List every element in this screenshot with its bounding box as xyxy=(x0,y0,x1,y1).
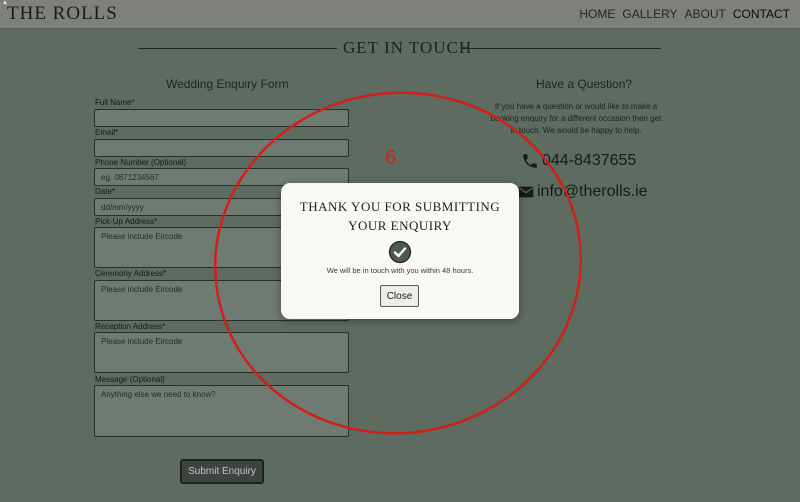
close-button[interactable]: Close xyxy=(380,285,419,307)
reception-address-textarea[interactable]: Please include Eircode xyxy=(94,332,349,373)
thank-you-modal: THANK YOU FOR SUBMITTING YOUR ENQUIRY We… xyxy=(281,183,519,319)
annotation-number: 6 xyxy=(385,147,397,169)
main-nav: HOME GALLERY ABOUT CONTACT xyxy=(579,7,790,21)
form-title: Wedding Enquiry Form xyxy=(166,77,289,91)
email-input[interactable] xyxy=(94,139,349,157)
message-textarea[interactable]: Anything else we need to know? xyxy=(94,385,349,437)
label-date: Date* xyxy=(95,187,116,196)
phone-icon xyxy=(523,154,537,168)
full-name-input[interactable] xyxy=(94,109,349,127)
label-pickup-address: Pick-Up Address* xyxy=(95,217,158,226)
label-ceremony-address: Ceremony Address* xyxy=(95,269,167,278)
question-title: Have a Question? xyxy=(536,77,633,91)
nav-about[interactable]: ABOUT xyxy=(685,7,726,21)
modal-title: THANK YOU FOR SUBMITTING YOUR ENQUIRY xyxy=(299,199,501,233)
label-phone: Phone Number (Optional) xyxy=(95,158,187,167)
phone-row[interactable]: 044-8437655 xyxy=(521,152,636,170)
email-row[interactable]: info@therolls.ie xyxy=(518,183,648,201)
envelope-icon xyxy=(518,186,534,198)
title-divider-left xyxy=(138,48,337,49)
label-reception-address: Reception Address* xyxy=(95,322,166,331)
email-address: info@therolls.ie xyxy=(537,183,648,200)
submit-enquiry-button[interactable]: Submit Enquiry xyxy=(180,459,264,484)
title-divider-right xyxy=(462,48,661,49)
brand-logo[interactable]: THE ROLLS xyxy=(7,3,118,25)
phone-number: 044-8437655 xyxy=(542,152,637,169)
question-text: If you have a question or would like to … xyxy=(490,102,662,135)
label-full-name: Full Name* xyxy=(95,98,135,107)
nav-gallery[interactable]: GALLERY xyxy=(622,7,677,21)
nav-contact[interactable]: CONTACT xyxy=(733,7,790,21)
section-title: GET IN TOUCH xyxy=(343,38,473,57)
label-email: Email* xyxy=(95,128,119,137)
label-message: Message (Optional) xyxy=(95,375,165,384)
modal-message: We will be in touch with you within 48 h… xyxy=(326,266,474,275)
site-header: ▲ THE ROLLS HOME GALLERY ABOUT CONTACT xyxy=(0,0,800,29)
check-circle-icon xyxy=(388,240,412,264)
nav-home[interactable]: HOME xyxy=(579,7,615,21)
